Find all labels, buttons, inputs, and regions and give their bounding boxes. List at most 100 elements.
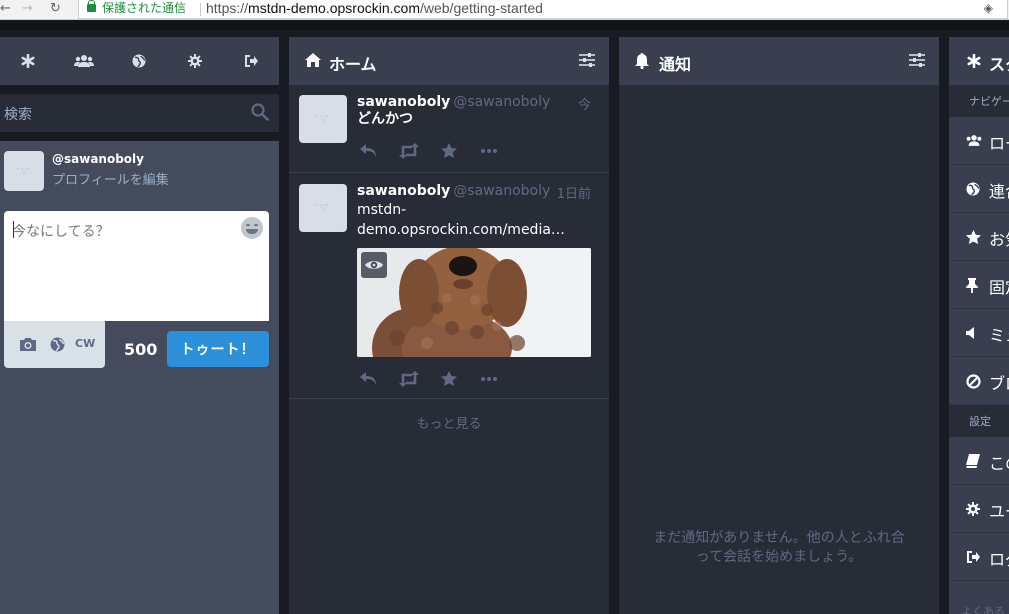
address-bar[interactable]: 保護された通信 https://mstdn-demo.opsrockin.com… <box>78 0 1008 19</box>
empty-message-line: って会話を始めましょう。 <box>695 549 863 565</box>
globe-icon <box>966 182 980 196</box>
status-content-line[interactable]: demo.opsrockin.com/media… <box>357 220 565 240</box>
cog-icon <box>966 502 980 516</box>
empty-notifications-message: まだ通知がありません。他の人とふれ合 って会話を始めましょう。 <box>639 529 919 567</box>
navigation-section-header: ナビゲー <box>949 85 1009 117</box>
asterisk-icon <box>21 54 35 68</box>
camera-icon[interactable] <box>19 337 37 352</box>
section-label: 設定 <box>969 415 991 428</box>
logout-tab[interactable] <box>223 37 279 85</box>
settings-item-about[interactable]: この <box>949 437 1009 485</box>
home-column-header[interactable]: ホーム <box>289 37 609 85</box>
favourite-icon[interactable] <box>441 143 457 159</box>
compose-toolbar: CW <box>4 321 105 368</box>
back-icon[interactable]: ← <box>0 1 11 17</box>
home-column-title: ホーム <box>329 55 377 74</box>
status-item[interactable]: sawanoboly@sawanoboly 1日前 mstdn- demo.op… <box>289 174 609 399</box>
load-more-button[interactable]: もっと見る <box>289 413 609 432</box>
nav-item-favourites[interactable]: お気 <box>949 213 1009 261</box>
reply-icon[interactable] <box>359 371 377 387</box>
local-timeline-tab[interactable] <box>56 37 112 85</box>
bell-icon <box>635 53 649 69</box>
url-separator <box>200 3 201 16</box>
url-text[interactable]: https://mstdn-demo.opsrockin.com/web/get… <box>206 0 543 17</box>
browser-toolbar: ← → ↻ 保護された通信 https://mstdn-demo.opsrock… <box>0 0 1009 20</box>
compose-panel: @sawanoboly プロフィールを編集 今なにしてる？ CW 500 トゥー… <box>0 141 279 614</box>
preferences-tab[interactable] <box>167 37 223 85</box>
more-options-icon[interactable] <box>481 377 497 381</box>
edit-profile-link[interactable]: プロフィールを編集 <box>52 169 169 188</box>
column-settings-icon[interactable] <box>579 53 595 67</box>
nav-item-federated-timeline[interactable]: 連合 <box>949 165 1009 213</box>
settings-item-user-preferences[interactable]: ユー <box>949 485 1009 533</box>
empty-message-line: まだ通知がありません。他の人とふれ合 <box>653 530 905 546</box>
media-attachment[interactable] <box>357 248 591 357</box>
getting-started-column: スタ ナビゲー ロー 連合 お気 固定 ミュ ブロ 設定 この ユー ログ よく… <box>949 37 1009 614</box>
extension-icon[interactable]: ◈ <box>984 1 993 15</box>
ban-icon <box>966 374 981 389</box>
favourite-icon[interactable] <box>441 371 457 387</box>
notifications-column-title: 通知 <box>659 55 692 74</box>
boost-icon[interactable] <box>399 371 419 387</box>
toot-button[interactable]: トゥート！ <box>167 331 269 367</box>
reply-icon[interactable] <box>359 143 377 159</box>
drawer-tabs <box>0 37 279 85</box>
nav-item-local-timeline[interactable]: ロー <box>949 117 1009 165</box>
boost-icon[interactable] <box>399 143 419 159</box>
notifications-column-header[interactable]: 通知 <box>619 37 939 85</box>
avatar[interactable] <box>4 151 44 191</box>
account-handle[interactable]: @sawanoboly <box>52 152 144 166</box>
settings-item-label: ユー <box>989 502 1009 521</box>
compose-textarea[interactable]: 今なにしてる？ <box>4 211 269 321</box>
dog-photo <box>357 248 591 357</box>
url-scheme: https:// <box>206 0 249 16</box>
settings-item-label: この <box>989 454 1009 473</box>
getting-started-tab[interactable] <box>0 37 56 85</box>
status-avatar[interactable] <box>299 95 347 143</box>
column-settings-icon[interactable] <box>909 53 925 67</box>
globe-icon <box>132 54 146 68</box>
status-author[interactable]: sawanoboly @sawanoboly <box>357 94 550 110</box>
status-item[interactable]: sawanoboly@sawanoboly 今 どんかつ <box>289 85 609 173</box>
content-warning-button[interactable]: CW <box>75 337 95 350</box>
more-options-icon[interactable] <box>481 149 497 153</box>
pin-icon <box>966 278 978 293</box>
reload-icon[interactable]: ↻ <box>50 1 61 17</box>
book-icon <box>966 454 980 468</box>
nav-item-label: ミュ <box>989 326 1009 345</box>
nav-item-label: ロー <box>989 134 1009 153</box>
search-bar[interactable]: 検索 <box>0 94 279 132</box>
status-content-line[interactable]: mstdn- <box>357 200 406 220</box>
status-author[interactable]: sawanoboly @sawanoboly <box>357 183 550 199</box>
nav-item-blocked[interactable]: ブロ <box>949 357 1009 405</box>
asterisk-icon <box>967 54 981 68</box>
status-display-name: sawanoboly <box>357 183 451 199</box>
emoji-picker-icon[interactable] <box>241 217 263 239</box>
nav-item-muted[interactable]: ミュ <box>949 309 1009 357</box>
nav-item-label: 連合 <box>989 182 1009 201</box>
status-avatar[interactable] <box>299 184 347 232</box>
status-handle: @sawanoboly <box>453 94 551 110</box>
status-content: どんかつ <box>357 111 413 127</box>
getting-started-header[interactable]: スタ <box>949 37 1009 85</box>
faq-link[interactable]: よくある <box>961 603 1005 614</box>
status-time[interactable]: 1日前 <box>557 183 591 202</box>
lock-icon <box>87 0 96 12</box>
getting-started-title: スタ <box>989 55 1009 74</box>
emoji-eye-shape <box>254 224 258 226</box>
nav-item-label: お気 <box>989 230 1009 249</box>
search-input[interactable]: 検索 <box>4 104 32 124</box>
search-icon[interactable] <box>251 103 269 121</box>
status-time[interactable]: 今 <box>578 94 591 113</box>
url-host: mstdn-demo.opsrockin.com <box>248 0 420 16</box>
nav-item-pinned[interactable]: 固定 <box>949 261 1009 309</box>
settings-item-label: ログ <box>989 550 1009 569</box>
users-icon <box>966 135 982 146</box>
settings-item-logout[interactable]: ログ <box>949 533 1009 581</box>
forward-icon[interactable]: → <box>22 1 33 17</box>
eye-icon <box>365 261 383 269</box>
ui-top-strip <box>0 21 1009 30</box>
hide-media-button[interactable] <box>361 252 387 278</box>
federated-timeline-tab[interactable] <box>112 37 168 85</box>
privacy-globe-icon[interactable] <box>50 337 65 352</box>
